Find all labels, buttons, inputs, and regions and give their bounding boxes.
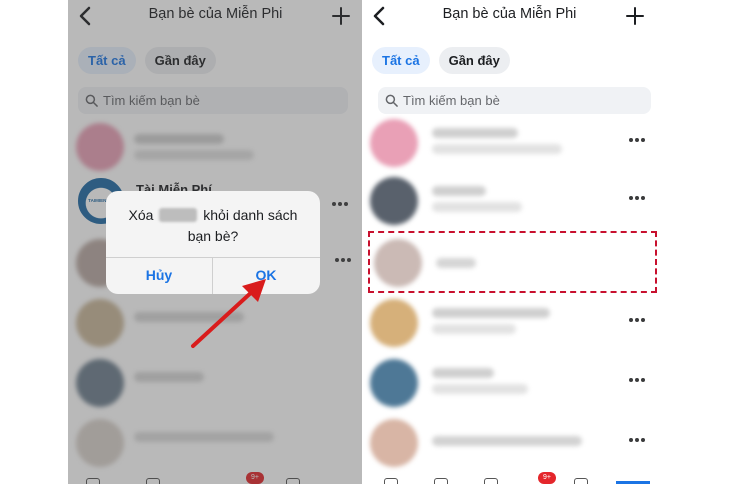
redacted-friend-name	[159, 208, 198, 222]
pointer-arrow-icon	[191, 279, 266, 348]
notifications-tab-icon[interactable]	[574, 478, 588, 484]
notification-badge: 9+	[538, 472, 556, 484]
filter-recent-chip[interactable]: Gần đây	[438, 47, 510, 74]
friend-row[interactable]	[362, 292, 657, 354]
more-options-icon[interactable]	[629, 438, 645, 444]
avatar	[370, 299, 418, 347]
friend-mutual-redacted	[432, 202, 522, 212]
add-friend-icon[interactable]	[623, 4, 647, 28]
search-placeholder: Tìm kiếm bạn bè	[403, 93, 500, 108]
more-options-icon[interactable]	[629, 318, 645, 324]
filter-chips: Tất cả Gần đây	[372, 47, 510, 74]
avatar	[370, 119, 418, 167]
dialog-message: Xóa khỏi danh sách bạn bè?	[118, 205, 308, 247]
more-options-icon[interactable]	[629, 138, 645, 144]
friend-mutual-redacted	[432, 384, 528, 394]
friend-name-redacted	[432, 308, 550, 318]
home-tab-icon[interactable]	[384, 478, 398, 484]
friend-mutual-redacted	[432, 144, 562, 154]
marketplace-tab-icon[interactable]	[484, 478, 498, 484]
left-screen: Bạn bè của Miễn Phi Tất cả Gần đây Tìm k…	[68, 0, 363, 484]
dialog-message-prefix: Xóa	[128, 207, 154, 223]
filter-all-chip[interactable]: Tất cả	[372, 47, 430, 74]
friend-name-redacted	[432, 186, 486, 196]
friend-name-redacted	[432, 128, 518, 138]
friend-row[interactable]	[362, 170, 657, 232]
friend-row[interactable]	[362, 112, 657, 174]
dialog-message-suffix: khỏi danh sách bạn bè?	[187, 207, 298, 244]
avatar	[370, 419, 418, 467]
page-title: Bạn bè của Miễn Phi	[442, 6, 577, 22]
more-options-icon[interactable]	[629, 196, 645, 202]
more-options-icon[interactable]	[629, 378, 645, 384]
avatar	[370, 177, 418, 225]
search-bar[interactable]: Tìm kiếm bạn bè	[378, 87, 651, 114]
friend-row[interactable]	[362, 412, 657, 474]
friend-name-redacted	[432, 436, 582, 446]
bottom-tab-bar: 9+	[362, 472, 657, 484]
avatar	[370, 359, 418, 407]
friend-mutual-redacted	[432, 324, 516, 334]
removed-friend-highlight	[368, 231, 657, 293]
video-tab-icon[interactable]	[434, 478, 448, 484]
friend-name-redacted	[432, 368, 494, 378]
friend-row[interactable]	[362, 352, 657, 414]
right-screen: Bạn bè của Miễn Phi Tất cả Gần đây Tìm k…	[362, 0, 657, 484]
header: Bạn bè của Miễn Phi	[362, 0, 657, 32]
search-icon	[385, 94, 398, 107]
